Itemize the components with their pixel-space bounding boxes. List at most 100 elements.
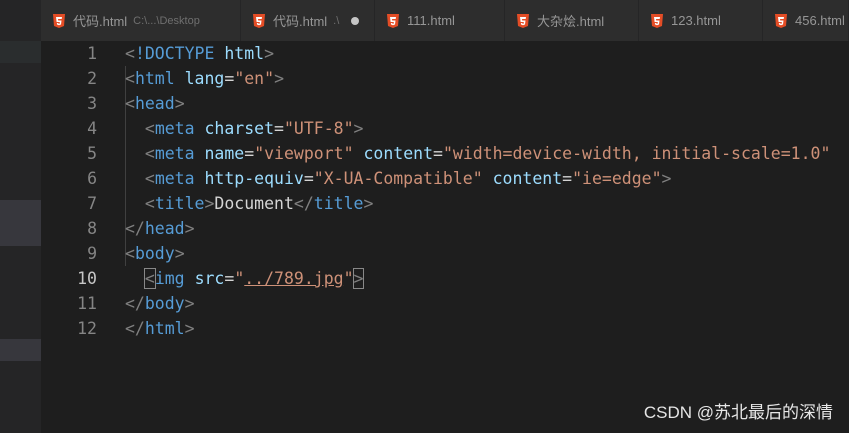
line-number: 11: [77, 294, 97, 313]
code-token: >: [174, 94, 185, 113]
code-text: <body>: [125, 241, 185, 266]
code-text: <meta charset="UTF-8">: [125, 116, 364, 141]
code-line[interactable]: 12 </html>: [41, 316, 849, 341]
line-number: 10: [77, 269, 97, 288]
code-token: >: [174, 244, 185, 263]
code-token: =: [303, 169, 314, 188]
line-number: 9: [87, 244, 97, 263]
code-token: >: [363, 194, 374, 213]
code-token: body: [134, 244, 175, 263]
code-token: </: [125, 319, 145, 338]
code-token: <: [125, 69, 135, 88]
code-text: <title>Document</title>: [125, 191, 374, 216]
html5-icon: [651, 13, 663, 28]
code-text: </html>: [125, 316, 195, 341]
tab[interactable]: 111.html: [375, 0, 505, 41]
tab-label: 代码.html: [273, 14, 328, 29]
watermark: CSDN @苏北最后的深情: [643, 403, 833, 422]
line-number: 12: [77, 319, 97, 338]
code-token: </: [125, 219, 145, 238]
code-token: meta: [154, 169, 195, 188]
code-line[interactable]: 5 <meta name="viewport" content="width=d…: [41, 141, 849, 166]
code-token: =: [224, 269, 235, 288]
code-line[interactable]: 2 <html lang="en">: [41, 66, 849, 91]
tab-label: 456.html: [795, 13, 845, 28]
sidebar-highlight[interactable]: [0, 200, 41, 246]
sidebar-highlight[interactable]: [0, 339, 41, 361]
line-number: 7: [87, 194, 97, 213]
code-line[interactable]: 9 <body>: [41, 241, 849, 266]
html5-icon: [387, 13, 399, 28]
code-text: <html lang="en">: [125, 66, 284, 91]
code-line[interactable]: 4 <meta charset="UTF-8">: [41, 116, 849, 141]
code-token: ": [343, 269, 354, 288]
code-token: <: [144, 169, 155, 188]
code-token: <: [144, 194, 155, 213]
line-number: 6: [87, 169, 97, 188]
code-token: lang: [184, 69, 225, 88]
code-token: name: [204, 144, 245, 163]
code-token: >: [184, 319, 195, 338]
code-token: <: [144, 144, 155, 163]
code-line[interactable]: 8 </head>: [41, 216, 849, 241]
code-token: >: [353, 119, 364, 138]
code-token: "X-UA-Compatible": [313, 169, 483, 188]
code-token: title: [313, 194, 364, 213]
code-token: html: [144, 319, 185, 338]
code-text: <meta name="viewport" content="width=dev…: [125, 141, 831, 166]
code-line[interactable]: 10 <img src="../789.jpg">: [41, 266, 849, 291]
code-token: <: [125, 94, 135, 113]
html5-icon: [253, 13, 265, 28]
tab-label: 123.html: [671, 13, 721, 28]
code-token: >: [204, 194, 215, 213]
code-token: content: [363, 144, 434, 163]
tab[interactable]: 代码.html C:\...\Desktop: [41, 0, 241, 41]
code-text: <head>: [125, 91, 185, 116]
unsaved-dot-icon[interactable]: [351, 16, 360, 25]
code-token: "viewport": [254, 144, 354, 163]
tab[interactable]: 456.html: [763, 0, 849, 41]
tab-label: 大杂烩.html: [537, 14, 605, 29]
code-token: =: [244, 144, 255, 163]
code-token: head: [144, 219, 185, 238]
code-token: meta: [154, 144, 195, 163]
code-token: </: [293, 194, 314, 213]
line-number: 8: [87, 219, 97, 238]
code-line[interactable]: 1 <!DOCTYPE html>: [41, 41, 849, 66]
code-token: charset: [204, 119, 275, 138]
code-token: <: [125, 44, 135, 63]
line-number: 2: [87, 69, 97, 88]
code-token: "en": [234, 69, 275, 88]
html5-icon: [53, 13, 65, 28]
code-line[interactable]: 7 <title>Document</title>: [41, 191, 849, 216]
code-token: "UTF-8": [283, 119, 354, 138]
code-token: title: [154, 194, 205, 213]
tab[interactable]: 大杂烩.html: [505, 0, 639, 41]
sidebar-highlight[interactable]: [0, 41, 41, 63]
code-token: <: [144, 119, 155, 138]
code-line[interactable]: 6 <meta http-equiv="X-UA-Compatible" con…: [41, 166, 849, 191]
code-editor[interactable]: 1 <!DOCTYPE html> 2 <html lang="en"> 3 <head>…: [41, 41, 849, 433]
code-token: =: [433, 144, 443, 163]
code-token: =: [562, 169, 573, 188]
code-token: "ie=edge": [572, 169, 662, 188]
tab[interactable]: 代码.html .\: [241, 0, 375, 41]
code-line[interactable]: 11 </body>: [41, 291, 849, 316]
code-token: html: [224, 44, 265, 63]
tab-description: C:\...\Desktop: [133, 14, 200, 27]
tab[interactable]: 123.html: [639, 0, 763, 41]
code-token: img: [154, 269, 185, 288]
code-text: </body>: [125, 291, 195, 316]
sidebar: [0, 0, 41, 433]
code-token: http-equiv: [204, 169, 304, 188]
code-token: >: [352, 268, 365, 289]
code-line[interactable]: 3 <head>: [41, 91, 849, 116]
code-token: ": [234, 269, 245, 288]
code-token: "width=device-width, initial-scale=1.0": [442, 144, 831, 163]
